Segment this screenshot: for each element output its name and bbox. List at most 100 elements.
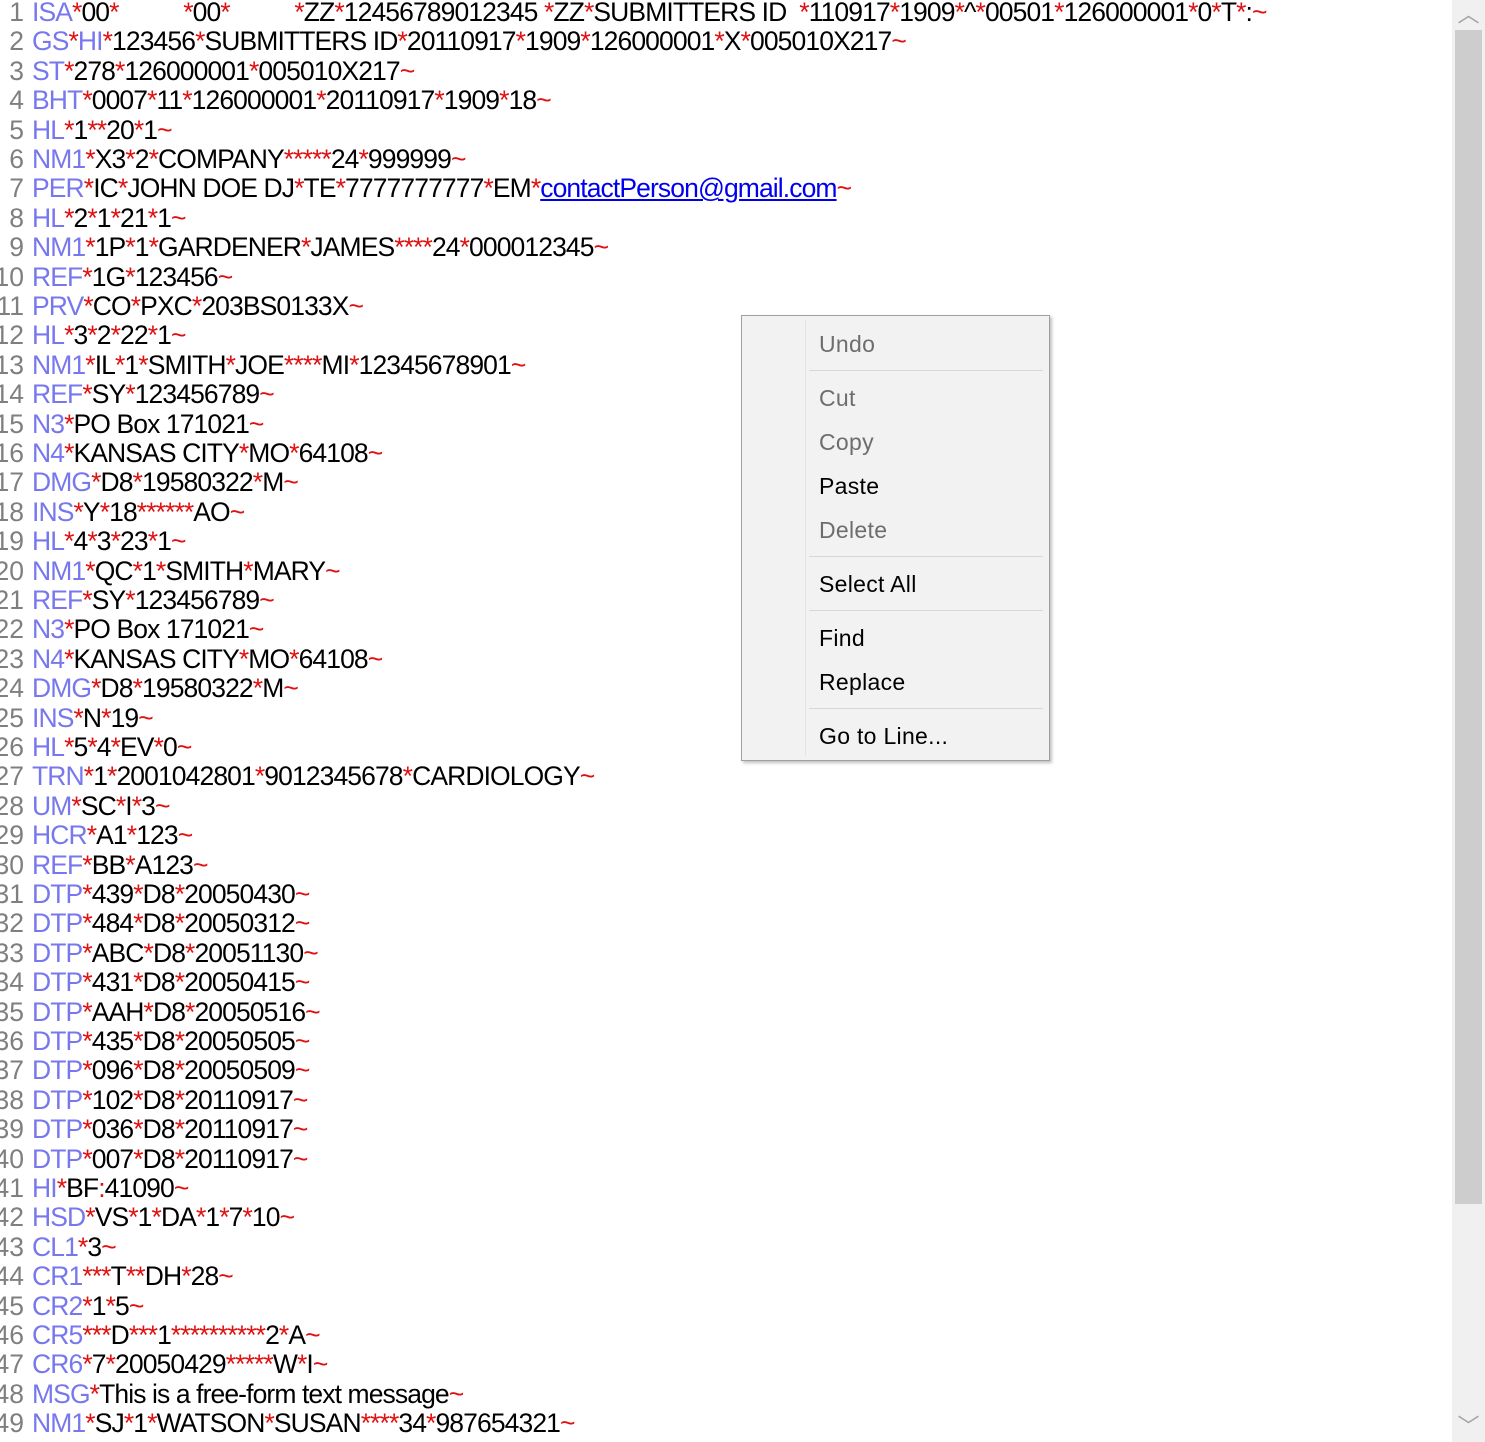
menu-item-undo[interactable]: Undo (742, 322, 1049, 366)
element-value: 5 (73, 732, 89, 762)
element-value: 28 (190, 1261, 220, 1292)
editor-line[interactable]: 27 TRN*1*2001042801*9012345678*CARDIOLOGY… (0, 761, 1452, 791)
editor-line[interactable]: 5 HL*1**20*1~ (0, 115, 1452, 145)
line-number: 16 (0, 438, 24, 468)
menu-item-select-all[interactable]: Select All (742, 562, 1049, 606)
menu-item-find[interactable]: Find (742, 616, 1049, 660)
editor-line[interactable]: 31 DTP*439*D8*20050430~ (0, 879, 1452, 909)
scroll-up-button[interactable]: ︿ (1452, 0, 1485, 30)
editor-line[interactable]: 39 DTP*036*D8*20110917~ (0, 1114, 1452, 1144)
editor-line[interactable]: 12 HL*3*2*22*1~ (0, 320, 1452, 350)
segment-id: UM (32, 790, 72, 821)
editor-line[interactable]: 9 NM1*1P*1*GARDENER*JAMES****24*000012345… (0, 232, 1452, 262)
editor-line[interactable]: 43 CL1*3~ (0, 1232, 1452, 1262)
editor-line[interactable]: 10 REF*1G*123456~ (0, 262, 1452, 292)
editor-line[interactable]: 34 DTP*431*D8*20050415~ (0, 967, 1452, 997)
line-code: CR2*1*5~ (32, 1291, 144, 1321)
delimiter: ~ (170, 526, 186, 557)
line-code: DMG*D8*19580322*M~ (32, 467, 299, 498)
segment-id: ST (32, 55, 65, 86)
editor-line[interactable]: 21 REF*SY*123456789~ (0, 585, 1452, 615)
editor-line[interactable]: 15 N3*PO Box 171021~ (0, 409, 1452, 439)
editor-line[interactable]: 32 DTP*484*D8*20050312~ (0, 908, 1452, 938)
delimiter: **** (283, 349, 323, 380)
menu-item-delete[interactable]: Delete (742, 508, 1049, 552)
editor-line[interactable]: 2 GS*HI*123456*SUBMITTERS ID*20110917*190… (0, 26, 1452, 56)
segment-id: HSD (32, 1202, 86, 1233)
element-value: ABC (91, 937, 145, 968)
menu-item-cut[interactable]: Cut (742, 376, 1049, 420)
delimiter: ~ (155, 790, 170, 821)
editor-line[interactable]: 36 DTP*435*D8*20050505~ (0, 1026, 1452, 1056)
delimiter: * (82, 1084, 92, 1115)
delimiter: ~ (193, 849, 208, 880)
menu-item-replace[interactable]: Replace (742, 660, 1049, 704)
delimiter: * (115, 790, 126, 821)
editor-line[interactable]: 29 HCR*A1*123~ (0, 820, 1452, 850)
editor-line[interactable]: 17 DMG*D8*19580322*M~ (0, 467, 1452, 497)
line-code: REF*SY*123456789~ (32, 379, 275, 409)
edi-editor[interactable]: 1 ISA*00* *00* *ZZ*12456789012345 *ZZ*SUB… (0, 0, 1452, 1442)
delimiter: * (889, 0, 900, 27)
element-value: 64108 (298, 643, 369, 674)
editor-line[interactable]: 16 N4*KANSAS CITY*MO*64108~ (0, 438, 1452, 468)
editor-line[interactable]: 38 DTP*102*D8*20110917~ (0, 1085, 1452, 1115)
delimiter: * (82, 1114, 92, 1145)
menu-item-copy[interactable]: Copy (742, 420, 1049, 464)
line-code: NM1*X3*2*COMPANY*****24*999999~ (32, 144, 466, 174)
delimiter: * (82, 1349, 92, 1380)
editor-line[interactable]: 44 CR1***T**DH*28~ (0, 1261, 1452, 1291)
editor-line[interactable]: 37 DTP*096*D8*20050509~ (0, 1055, 1452, 1085)
editor-line[interactable]: 11 PRV*CO*PXC*203BS0133X~ (0, 291, 1452, 321)
menu-item-go-to-line[interactable]: Go to Line... (742, 714, 1049, 758)
editor-line[interactable]: 3 ST*278*126000001*005010X217~ (0, 56, 1452, 86)
editor-line[interactable]: 48 MSG*This is a free-form text message~ (0, 1379, 1452, 1409)
editor-line[interactable]: 14 REF*SY*123456789~ (0, 379, 1452, 409)
line-code: DTP*036*D8*20110917~ (32, 1114, 308, 1144)
scroll-down-button[interactable]: ﹀ (1452, 1412, 1485, 1442)
email-link[interactable]: contactPerson@gmail.com (540, 173, 837, 203)
delimiter: * (64, 732, 74, 762)
editor-line[interactable]: 30 REF*BB*A123~ (0, 850, 1452, 880)
editor-line[interactable]: 33 DTP*ABC*D8*20051130~ (0, 938, 1452, 968)
editor-line[interactable]: 26 HL*5*4*EV*0~ (0, 732, 1452, 762)
editor-line[interactable]: 40 DTP*007*D8*20110917~ (0, 1144, 1452, 1174)
editor-line[interactable]: 45 CR2*1*5~ (0, 1291, 1452, 1321)
editor-line[interactable]: 49 NM1*SJ*1*WATSON*SUSAN****34*987654321~ (0, 1408, 1452, 1438)
vertical-scrollbar[interactable]: ︿ ﹀ (1452, 0, 1485, 1442)
element-value: PO Box 171021 (73, 614, 250, 645)
editor-line[interactable]: 19 HL*4*3*23*1~ (0, 526, 1452, 556)
delimiter: * (125, 849, 135, 880)
editor-line[interactable]: 42 HSD*VS*1*DA*1*7*10~ (0, 1202, 1452, 1232)
editor-line[interactable]: 18 INS*Y*18******AO~ (0, 497, 1452, 527)
scrollbar-thumb[interactable] (1455, 30, 1482, 1204)
delimiter: * (133, 1143, 143, 1174)
line-code: HL*1**20*1~ (32, 115, 173, 145)
delimiter: * (102, 26, 113, 57)
editor-line[interactable]: 13 NM1*IL*1*SMITH*JOE****MI*12345678901~ (0, 350, 1452, 380)
editor-line[interactable]: 22 N3*PO Box 171021~ (0, 614, 1452, 644)
editor-line[interactable]: 47 CR6*7*20050429*****W*I~ (0, 1349, 1452, 1379)
editor-line[interactable]: 24 DMG*D8*19580322*M~ (0, 673, 1452, 703)
editor-line[interactable]: 4 BHT*0007*11*126000001*20110917*1909*18~ (0, 85, 1452, 115)
editor-line[interactable]: 35 DTP*AAH*D8*20050516~ (0, 997, 1452, 1027)
line-number: 48 (0, 1378, 24, 1409)
menu-item-paste[interactable]: Paste (742, 464, 1049, 508)
editor-line[interactable]: 28 UM*SC*I*3~ (0, 791, 1452, 821)
line-code: DTP*435*D8*20050505~ (32, 1026, 310, 1056)
editor-line[interactable]: 20 NM1*QC*1*SMITH*MARY~ (0, 556, 1452, 586)
editor-line[interactable]: 23 N4*KANSAS CITY*MO*64108~ (0, 644, 1452, 674)
element-value: 12456789012345 (343, 0, 544, 27)
editor-line[interactable]: 1 ISA*00* *00* *ZZ*12456789012345 *ZZ*SUB… (0, 0, 1452, 27)
delimiter: * (174, 1055, 185, 1086)
element-value: D8 (100, 467, 134, 498)
editor-line[interactable]: 46 CR5***D***1**********2*A~ (0, 1320, 1452, 1350)
element-value: X3 (94, 144, 127, 174)
editor-line[interactable]: 6 NM1*X3*2*COMPANY*****24*999999~ (0, 144, 1452, 174)
editor-line[interactable]: 25 INS*N*19~ (0, 703, 1452, 733)
delimiter: * (71, 790, 81, 821)
editor-line[interactable]: 41 HI*BF:41090~ (0, 1173, 1452, 1203)
editor-line[interactable]: 7 PER*IC*JOHN DOE DJ*TE*7777777777*EM*con… (0, 173, 1452, 203)
line-number: 14 (0, 379, 24, 410)
editor-line[interactable]: 8 HL*2*1*21*1~ (0, 203, 1452, 233)
